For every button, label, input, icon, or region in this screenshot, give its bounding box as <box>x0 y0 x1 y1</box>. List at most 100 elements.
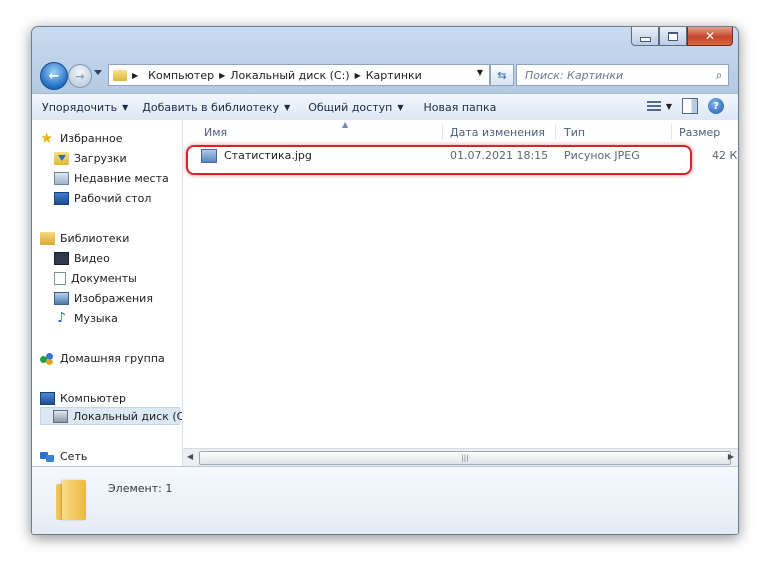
chevron-down-icon: ▼ <box>397 102 404 112</box>
close-button[interactable]: ✕ <box>687 27 733 46</box>
minimize-icon <box>639 36 651 42</box>
close-icon: ✕ <box>704 29 716 43</box>
nav-label: Избранное <box>60 131 123 145</box>
file-list: Имя ▲ Дата изменения Тип Размер Статисти… <box>183 120 738 466</box>
breadcrumb-root-chevron[interactable]: ▶ <box>132 71 143 80</box>
item-count: Элемент: 1 <box>108 482 173 495</box>
toolbar-right-group: ▼ ? <box>645 98 724 114</box>
nav-label: Изображения <box>74 291 153 305</box>
forward-button[interactable]: → <box>68 64 92 88</box>
window-controls: ✕ <box>631 27 733 46</box>
view-list-icon <box>645 99 663 113</box>
refresh-icon: ⇆ <box>497 68 507 82</box>
nav-label: Недавние места <box>74 171 169 185</box>
organize-label: Упорядочить <box>42 100 118 114</box>
column-divider[interactable] <box>671 124 672 140</box>
nav-item-local-disk[interactable]: Локальный диск (C <box>40 407 182 425</box>
chevron-down-icon: ▼ <box>122 102 129 112</box>
magnifier-icon[interactable]: ⌕ <box>710 68 728 83</box>
search-input[interactable]: Поиск: Картинки <box>525 69 710 82</box>
nav-item-downloads[interactable]: Загрузки <box>54 149 127 167</box>
nav-label: Домашняя группа <box>60 351 165 365</box>
horizontal-scrollbar[interactable]: ◀ ||| ▶ <box>183 448 738 466</box>
column-label: Дата изменения <box>450 125 545 139</box>
breadcrumb-local-disk[interactable]: ▶ Локальный диск (C:) <box>219 69 350 82</box>
add-to-library-button[interactable]: Добавить в библиотеку ▼ <box>142 101 290 114</box>
breadcrumb-computer[interactable]: Компьютер <box>148 69 214 82</box>
breadcrumb-label: Компьютер <box>148 68 215 82</box>
libraries-icon <box>40 231 55 245</box>
column-header-date[interactable]: Дата изменения <box>450 122 545 142</box>
breadcrumb-label: Локальный диск (C:) <box>230 68 350 82</box>
address-bar[interactable]: ▶ Компьютер ▶ Локальный диск (C:) ▶ Картин… <box>108 64 490 86</box>
nav-item-documents[interactable]: Документы <box>54 269 137 287</box>
command-bar: Упорядочить ▼ Добавить в библиотеку ▼ Общи… <box>32 93 738 121</box>
column-header-name[interactable]: Имя ▲ <box>204 120 348 142</box>
refresh-button[interactable]: ⇆ <box>490 64 514 86</box>
organize-button[interactable]: Упорядочить ▼ <box>42 101 128 114</box>
title-bar: ✕ <box>32 27 738 55</box>
nav-label: Видео <box>74 251 110 265</box>
nav-item-video[interactable]: Видео <box>54 249 110 267</box>
nav-item-libraries[interactable]: Библиотеки <box>40 229 129 247</box>
nav-item-network[interactable]: Сеть <box>40 447 87 465</box>
downloads-folder-icon <box>54 151 69 165</box>
recent-places-icon <box>54 171 69 185</box>
details-pane: Элемент: 1 <box>32 466 738 534</box>
large-folder-icon <box>56 480 88 520</box>
star-icon: ★ <box>40 128 54 147</box>
nav-label: Компьютер <box>60 391 126 405</box>
nav-item-computer[interactable]: Компьютер <box>40 389 126 407</box>
minimize-button[interactable] <box>631 27 659 46</box>
file-size: 42 К <box>712 149 738 162</box>
recent-pages-dropdown[interactable] <box>94 70 102 75</box>
network-icon <box>40 450 55 463</box>
share-label: Общий доступ <box>308 100 393 114</box>
preview-pane-icon[interactable] <box>682 98 698 114</box>
new-folder-label: Новая папка <box>423 100 497 114</box>
column-divider[interactable] <box>442 124 443 140</box>
video-icon <box>54 251 69 265</box>
nav-item-homegroup[interactable]: Домашняя группа <box>40 349 165 367</box>
new-folder-button[interactable]: Новая папка <box>423 101 496 114</box>
documents-icon <box>54 271 66 285</box>
images-icon <box>54 291 69 305</box>
homegroup-icon <box>40 352 55 365</box>
scroll-left-icon[interactable]: ◀ <box>187 452 193 461</box>
back-arrow-icon: ← <box>48 68 60 84</box>
back-button[interactable]: ← <box>40 62 68 90</box>
sort-up-icon: ▲ <box>342 120 349 129</box>
nav-item-favorites[interactable]: ★ Избранное <box>40 129 122 147</box>
desktop-icon <box>54 191 69 205</box>
scrollbar-thumb[interactable]: ||| <box>199 451 731 465</box>
navigation-pane: ★ Избранное Загрузки Недавние места Рабо… <box>32 120 183 466</box>
column-divider[interactable] <box>555 124 556 140</box>
nav-label: Загрузки <box>74 151 127 165</box>
column-label: Размер <box>679 125 721 139</box>
nav-item-desktop[interactable]: Рабочий стол <box>54 189 151 207</box>
nav-item-music[interactable]: ♪ Музыка <box>54 309 118 327</box>
address-row: ← → ▶ Компьютер ▶ Локальный диск (C:) ▶ Ка… <box>32 61 738 91</box>
scroll-right-icon[interactable]: ▶ <box>728 452 734 461</box>
nav-item-images[interactable]: Изображения <box>54 289 153 307</box>
maximize-button[interactable] <box>659 27 687 46</box>
address-dropdown-icon[interactable]: ▼ <box>477 68 483 77</box>
change-view-button[interactable]: ▼ <box>645 99 672 113</box>
help-icon[interactable]: ? <box>708 98 724 114</box>
column-header-type[interactable]: Тип <box>564 122 585 142</box>
column-header-size[interactable]: Размер <box>679 122 720 142</box>
breadcrumb-label: Картинки <box>365 68 422 82</box>
nav-label: Библиотеки <box>60 231 130 245</box>
music-note-icon: ♪ <box>57 309 66 326</box>
nav-item-recent[interactable]: Недавние места <box>54 169 169 187</box>
breadcrumb-pictures[interactable]: ▶ Картинки <box>355 69 422 82</box>
search-box[interactable]: Поиск: Картинки ⌕ <box>516 64 729 86</box>
share-button[interactable]: Общий доступ ▼ <box>308 101 403 114</box>
nav-label: Рабочий стол <box>74 191 152 205</box>
nav-label: Музыка <box>74 311 118 325</box>
chevron-down-icon: ▼ <box>284 102 291 112</box>
chevron-down-icon: ▼ <box>665 101 672 111</box>
maximize-icon <box>668 31 678 41</box>
grip-icon: ||| <box>461 454 469 462</box>
forward-arrow-icon: → <box>75 69 85 83</box>
